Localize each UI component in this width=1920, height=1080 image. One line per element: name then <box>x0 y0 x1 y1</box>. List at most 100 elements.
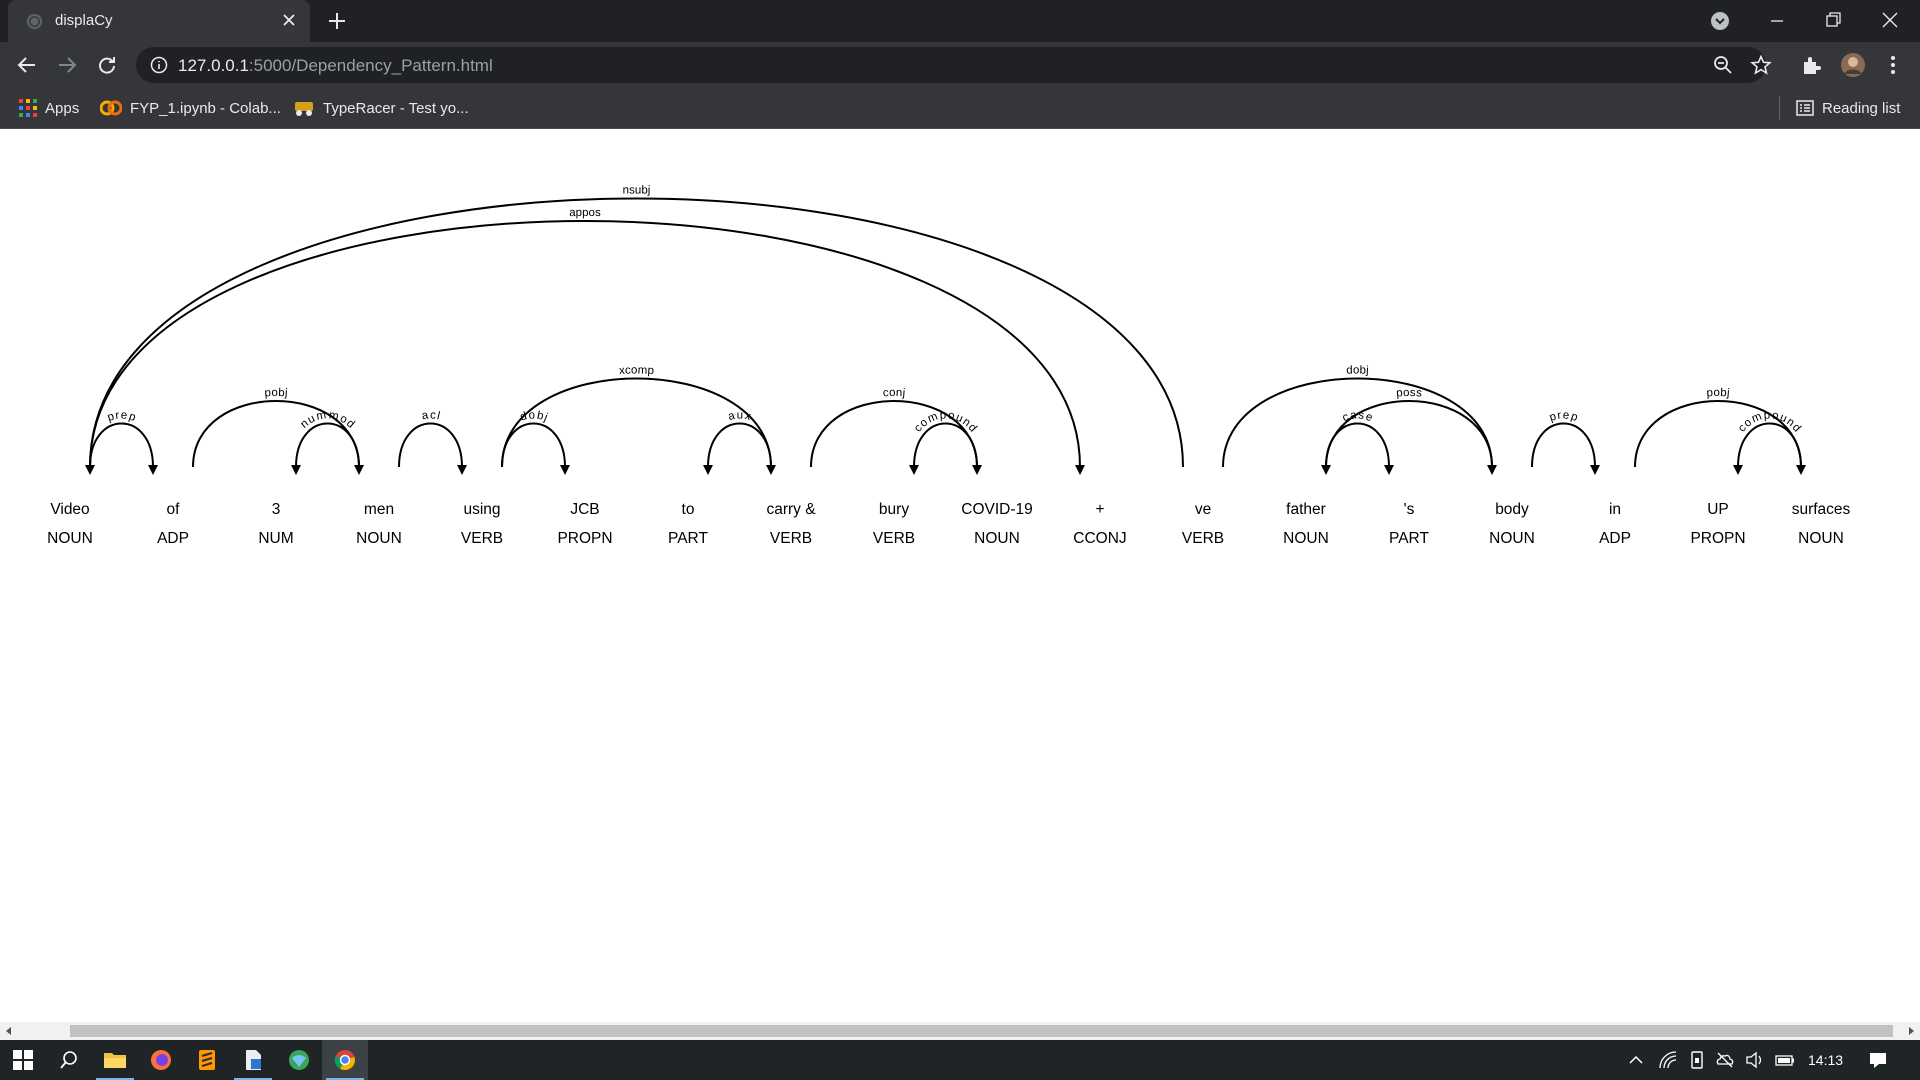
dependency-arc: dobj <box>501 409 570 475</box>
arc-label: compound <box>1736 409 1803 434</box>
taskbar-document-app[interactable] <box>230 1040 276 1080</box>
volume-icon[interactable] <box>1745 1050 1765 1070</box>
site-info-icon[interactable] <box>150 56 168 74</box>
token-word: to <box>682 501 695 518</box>
arc-label-text: prep <box>1548 409 1579 424</box>
token-tag: ADP <box>1599 530 1631 547</box>
arc-path <box>1325 422 1390 468</box>
minimize-icon[interactable] <box>1766 10 1788 32</box>
arc-label: pobj <box>264 387 288 400</box>
token-tag: VERB <box>873 530 915 547</box>
reading-list-button[interactable]: Reading list <box>1796 88 1900 128</box>
dependency-arc: aux <box>703 409 772 475</box>
tab-displacy[interactable]: displaCy <box>8 0 310 42</box>
url-path: :5000/Dependency_Pattern.html <box>248 56 493 75</box>
bookmark-colab[interactable]: FYP_1.ipynb - Colab... <box>100 88 281 128</box>
token-tag: NOUN <box>1489 530 1535 547</box>
reading-list-icon <box>1796 100 1814 116</box>
arc-label: aux <box>727 409 752 423</box>
start-button[interactable] <box>0 1040 46 1080</box>
dependency-arc: nsubj <box>85 184 1184 475</box>
token: bury VERB <box>873 501 915 547</box>
dependency-arc: pobj <box>1634 387 1806 475</box>
token-word: men <box>364 501 394 518</box>
arc-label: prep <box>1548 409 1579 424</box>
arc-label-text: xcomp <box>619 364 655 377</box>
token-word: bury <box>879 501 909 518</box>
token: body NOUN <box>1489 501 1535 547</box>
tab-title: displaCy <box>55 12 113 29</box>
bookmark-star-icon[interactable] <box>1750 54 1772 76</box>
bookmark-apps-label: Apps <box>45 99 80 117</box>
token-word: carry & <box>766 501 816 518</box>
arc-arrowhead <box>1733 465 1743 475</box>
page-content: Video NOUN of ADP 3 NUM men NOUN using VERB JCB PRO… <box>0 129 1920 1022</box>
url-text[interactable]: 127.0.0.1:5000/Dependency_Pattern.html <box>178 56 493 76</box>
usb-device-icon[interactable] <box>1687 1050 1707 1070</box>
document-icon <box>246 1050 261 1070</box>
chevron-up-icon[interactable] <box>1626 1050 1646 1070</box>
system-clock[interactable]: 14:13 <box>1808 1052 1843 1068</box>
token: surfaces NOUN <box>1792 501 1851 547</box>
arc-arrowhead <box>1590 465 1600 475</box>
apps-grid-icon <box>19 99 37 117</box>
address-bar[interactable]: 127.0.0.1:5000/Dependency_Pattern.html <box>136 47 1772 83</box>
bookmark-apps[interactable]: Apps <box>19 88 79 128</box>
arc-path <box>89 197 1184 468</box>
new-tab-icon[interactable] <box>326 10 348 32</box>
dependency-arc: nummod <box>291 409 360 475</box>
scroll-right-arrow-icon[interactable] <box>1906 1026 1916 1036</box>
arc-label-guide <box>296 424 359 468</box>
reload-icon[interactable] <box>96 54 118 76</box>
firefox-icon <box>151 1050 171 1070</box>
taskbar-file-explorer[interactable] <box>92 1040 138 1080</box>
arc-label-text: compound <box>912 409 979 434</box>
taskbar-firefox[interactable] <box>138 1040 184 1080</box>
token: Video NOUN <box>47 501 93 547</box>
tab-search-icon[interactable] <box>1710 11 1730 31</box>
token-tag: VERB <box>461 530 503 547</box>
token-tag: PART <box>668 530 708 547</box>
onedrive-offline-icon[interactable] <box>1715 1050 1735 1070</box>
taskbar-browser-app[interactable] <box>276 1040 322 1080</box>
extensions-puzzle-icon[interactable] <box>1800 54 1822 76</box>
zoom-out-icon[interactable] <box>1713 55 1733 75</box>
token-tag: PROPN <box>1690 530 1745 547</box>
battery-icon[interactable] <box>1775 1050 1795 1070</box>
token-word: Video <box>50 501 89 518</box>
arc-label: compound <box>912 409 979 434</box>
dependency-arc: prep <box>89 409 158 475</box>
profile-avatar-icon[interactable] <box>1840 52 1866 78</box>
browser-titlebar: displaCy <box>0 0 1920 42</box>
close-window-icon[interactable] <box>1879 9 1901 31</box>
scrollbar-thumb[interactable] <box>70 1025 1893 1037</box>
token-word: body <box>1495 501 1529 518</box>
more-menu-icon[interactable] <box>1882 54 1904 76</box>
arc-arrowhead <box>703 465 713 475</box>
notifications-icon[interactable] <box>1868 1050 1888 1070</box>
back-arrow-icon[interactable] <box>16 54 38 76</box>
horizontal-scrollbar[interactable] <box>0 1022 1920 1040</box>
globe-app-icon <box>289 1050 309 1070</box>
arc-label-guide <box>399 424 462 468</box>
arc-arrowhead <box>85 465 95 475</box>
taskbar-sublime[interactable] <box>184 1040 230 1080</box>
arc-label-text: pobj <box>264 387 288 400</box>
arc-label-text: prep <box>106 409 137 424</box>
scroll-left-arrow-icon[interactable] <box>4 1026 14 1036</box>
dependency-arc: conj <box>810 387 982 475</box>
bookmark-typeracer[interactable]: TypeRacer - Test yo... <box>293 88 469 128</box>
arc-path <box>1531 422 1596 468</box>
restore-icon[interactable] <box>1822 9 1844 31</box>
close-tab-icon[interactable] <box>280 11 298 29</box>
taskbar-search[interactable] <box>46 1040 92 1080</box>
dependency-arc: prep <box>1531 409 1600 475</box>
token-tag: VERB <box>1182 530 1224 547</box>
forward-arrow-icon[interactable] <box>56 54 78 76</box>
taskbar-chrome[interactable] <box>322 1040 368 1080</box>
arc-arrowhead <box>1384 465 1394 475</box>
token-word: 's <box>1404 501 1415 518</box>
bookmark-colab-label: FYP_1.ipynb - Colab... <box>130 99 281 117</box>
arc-label: nummod <box>298 409 356 430</box>
wifi-icon[interactable] <box>1658 1050 1678 1070</box>
